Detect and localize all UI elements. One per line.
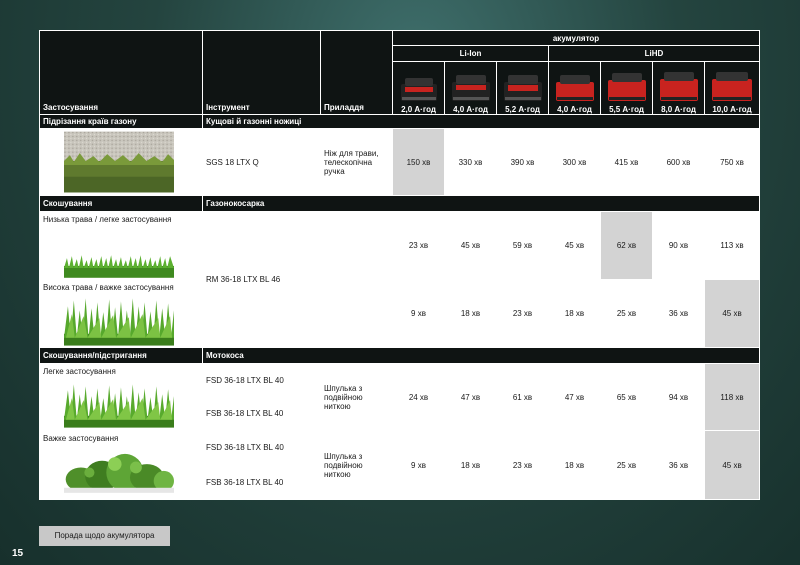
runtime-value: 750 хв <box>703 128 761 196</box>
runtime-value: 45 хв <box>703 279 761 348</box>
battery-cell: 5,5 А·год <box>600 61 653 115</box>
lawn-edge-image <box>64 131 174 193</box>
battery-icon <box>451 75 490 101</box>
heavy-trim-image-cell: Важке застосування <box>39 430 203 500</box>
table-row: Важке застосування FSD 36-18 LTX BL 40 Ш… <box>39 430 761 500</box>
battery-cell: 5,2 А·год <box>496 61 549 115</box>
runtime-value: 65 хв <box>600 363 653 431</box>
light-trim-grass-image <box>64 384 174 428</box>
battery-cell: 10,0 А·год <box>703 61 761 115</box>
accessory-name: Шпулька з подвійною ниткою <box>320 363 393 431</box>
runtime-value: 18 хв <box>444 279 497 348</box>
section-tool-group: Газонокосарка <box>201 195 761 212</box>
table-row: Висока трава / важке застосування 9 хв 1… <box>39 279 761 348</box>
runtime-value: 9 хв <box>392 279 445 348</box>
accessory-name: Ніж для трави, телескопічна ручка <box>320 128 393 196</box>
tool-name: FSB 36-18 LTX BL 40 <box>202 464 321 500</box>
battery-icon <box>400 78 437 101</box>
runtime-value: 36 хв <box>652 279 705 348</box>
battery-cell: 2,0 А·год <box>392 61 445 115</box>
short-grass-image-cell: Низька трава / легке застосування <box>39 211 203 280</box>
runtime-value: 390 хв <box>496 128 549 196</box>
accessory-name <box>320 211 393 348</box>
tool-name: SGS 18 LTX Q <box>202 128 321 196</box>
battery-icon <box>659 72 698 101</box>
application-label: Низька трава / легке застосування <box>43 215 172 224</box>
lawn-edge-image-cell <box>39 128 203 196</box>
table-row: Легке застосування FSD 36-18 LTX BL 40 Ш… <box>39 363 761 431</box>
col-header-accessory: Приладдя <box>320 30 393 115</box>
short-grass-image <box>64 255 174 278</box>
tool-name: FSD 36-18 LTX BL 40 <box>202 430 321 465</box>
liion-header: Li-Ion <box>392 45 549 62</box>
runtime-value: 24 хв <box>392 363 445 431</box>
runtime-value: 47 хв <box>444 363 497 431</box>
runtime-value: 62 хв <box>600 211 653 280</box>
runtime-value: 118 хв <box>703 363 761 431</box>
application-label: Висока трава / важке застосування <box>43 283 174 292</box>
runtime-value: 9 хв <box>392 430 445 500</box>
battery-runtime-table: Застосування Інструмент Приладдя акумуля… <box>39 30 761 500</box>
runtime-value: 45 хв <box>444 211 497 280</box>
table-row: Низька трава / легке застосування RM 36-… <box>39 211 761 348</box>
runtime-value: 18 хв <box>548 430 601 500</box>
runtime-value: 415 хв <box>600 128 653 196</box>
light-trim-image-cell: Легке застосування <box>39 363 203 431</box>
runtime-value: 330 хв <box>444 128 497 196</box>
runtime-value: 61 хв <box>496 363 549 431</box>
battery-icon <box>503 75 542 101</box>
battery-cell: 4,0 А·год <box>548 61 601 115</box>
runtime-value: 25 хв <box>600 279 653 348</box>
runtime-value: 150 хв <box>392 128 445 196</box>
runtime-value: 23 хв <box>496 279 549 348</box>
runtime-value: 59 хв <box>496 211 549 280</box>
col-header-tool: Інструмент <box>202 30 321 115</box>
runtime-value: 25 хв <box>600 430 653 500</box>
tall-grass-image-cell: Висока трава / важке застосування <box>39 279 203 348</box>
tall-grass-image <box>64 298 174 346</box>
battery-icon <box>607 73 646 101</box>
section-title: Скошування <box>39 195 203 212</box>
table-row: SGS 18 LTX Q Ніж для трави, телескопічна… <box>39 128 761 196</box>
section-title: Скошування/підстригання <box>39 347 203 364</box>
runtime-value: 36 хв <box>652 430 705 500</box>
col-header-application: Застосування <box>39 30 203 115</box>
tool-name: FSB 36-18 LTX BL 40 <box>202 396 321 431</box>
bushes-image <box>64 453 174 493</box>
runtime-value: 23 хв <box>392 211 445 280</box>
accessory-name: Шпулька з подвійною ниткою <box>320 430 393 500</box>
runtime-value: 600 хв <box>652 128 705 196</box>
runtime-value: 300 хв <box>548 128 601 196</box>
runtime-value: 90 хв <box>652 211 705 280</box>
battery-group-header: акумулятор <box>391 30 761 46</box>
battery-icon <box>555 75 594 101</box>
application-label: Легке застосування <box>43 367 116 376</box>
section-title: Підрізання країв газону <box>39 114 203 129</box>
battery-cell: 8,0 А·год <box>652 61 705 115</box>
runtime-value: 18 хв <box>444 430 497 500</box>
application-label: Важке застосування <box>43 434 119 443</box>
battery-cell: 4,0 А·год <box>444 61 497 115</box>
tool-name: RM 36-18 LTX BL 46 <box>202 211 321 348</box>
runtime-value: 23 хв <box>496 430 549 500</box>
page-number: 15 <box>12 548 24 559</box>
runtime-value: 45 хв <box>548 211 601 280</box>
section-tool-group: Мотокоса <box>201 347 761 364</box>
battery-icon <box>712 72 753 101</box>
runtime-value: 18 хв <box>548 279 601 348</box>
runtime-value: 45 хв <box>703 430 761 500</box>
tool-name: FSD 36-18 LTX BL 40 <box>202 363 321 397</box>
lihd-header: LiHD <box>547 45 761 62</box>
section-tool-group: Кущові й газонні ножиці <box>201 114 761 129</box>
runtime-value: 94 хв <box>652 363 705 431</box>
battery-tip-button[interactable]: Порада щодо акумулятора <box>39 526 170 546</box>
runtime-value: 47 хв <box>548 363 601 431</box>
runtime-value: 113 хв <box>703 211 761 280</box>
